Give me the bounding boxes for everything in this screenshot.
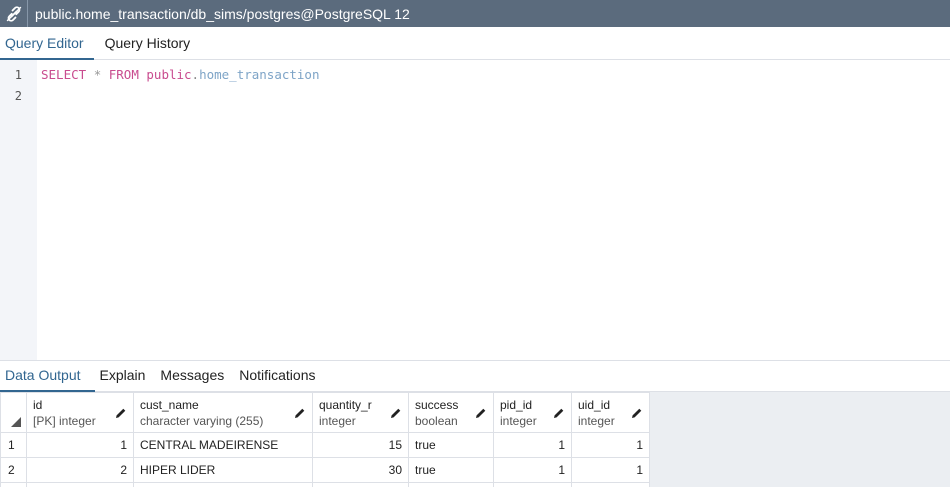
data-grid: id [PK] integer cust_name character vary… [0, 392, 950, 487]
star-operator: * [93, 67, 102, 82]
tab-data-output[interactable]: Data Output [0, 361, 95, 392]
column-header-id[interactable]: id [PK] integer [26, 392, 134, 433]
edit-pencil-icon[interactable] [294, 407, 306, 419]
cell-uid-id[interactable]: 1 [571, 432, 650, 458]
cell-cust-name[interactable]: HIPER LIDER [133, 457, 313, 483]
cell-empty [26, 482, 134, 487]
line-number: 1 [14, 68, 22, 82]
column-type: character varying (255) [140, 414, 264, 428]
cell-uid-id[interactable]: 1 [571, 457, 650, 483]
result-table: id [PK] integer cust_name character vary… [0, 392, 650, 487]
cell-pid-id[interactable]: 1 [493, 457, 572, 483]
cell-empty [133, 482, 313, 487]
cell-success[interactable]: true [408, 457, 494, 483]
window-title: public.home_transaction/db_sims/postgres… [35, 5, 410, 22]
cell-empty [408, 482, 494, 487]
table-row-partial [0, 482, 650, 487]
cell-cust-name[interactable]: CENTRAL MADEIRENSE [133, 432, 313, 458]
keyword-from: FROM [108, 67, 139, 82]
connection-icon [0, 0, 28, 27]
column-header-success[interactable]: success boolean [408, 392, 494, 433]
editor-tabs: Query Editor Query History [0, 27, 950, 60]
tab-messages[interactable]: Messages [155, 361, 234, 392]
column-header-pid-id[interactable]: pid_id integer [493, 392, 572, 433]
select-all-icon [11, 417, 21, 427]
line-number: 2 [14, 89, 22, 103]
cell-quantity-r[interactable]: 15 [312, 432, 409, 458]
row-number[interactable]: 2 [0, 457, 27, 483]
tab-notifications[interactable]: Notifications [234, 361, 325, 392]
tab-query-editor[interactable]: Query Editor [0, 27, 94, 60]
table-row[interactable]: 1 1 CENTRAL MADEIRENSE 15 true 1 1 [0, 432, 650, 458]
cell-id[interactable]: 1 [26, 432, 134, 458]
row-number-empty [0, 482, 27, 487]
cell-pid-id[interactable]: 1 [493, 432, 572, 458]
sql-editor[interactable]: 1 2 SELECT * FROM public.home_transactio… [0, 60, 950, 360]
row-number[interactable]: 1 [0, 432, 27, 458]
cell-empty [493, 482, 572, 487]
edit-pencil-icon[interactable] [631, 407, 643, 419]
header-row: id [PK] integer cust_name character vary… [0, 392, 650, 433]
cell-id[interactable]: 2 [26, 457, 134, 483]
column-name: id [33, 398, 43, 412]
column-header-quantity-r[interactable]: quantity_r integer [312, 392, 409, 433]
cell-success[interactable]: true [408, 432, 494, 458]
keyword-select: SELECT [41, 67, 87, 82]
edit-pencil-icon[interactable] [553, 407, 565, 419]
column-type: [PK] integer [33, 414, 96, 428]
sql-code-line[interactable]: SELECT * FROM public.home_transaction [41, 67, 320, 82]
line-gutter: 1 2 [0, 60, 37, 360]
cell-quantity-r[interactable]: 30 [312, 457, 409, 483]
column-header-uid-id[interactable]: uid_id integer [571, 392, 650, 433]
cell-empty [571, 482, 650, 487]
edit-pencil-icon[interactable] [390, 407, 402, 419]
column-header-cust-name[interactable]: cust_name character varying (255) [133, 392, 313, 433]
table-row[interactable]: 2 2 HIPER LIDER 30 true 1 1 [0, 457, 650, 483]
column-name: cust_name [140, 398, 199, 412]
table-name: home_transaction [199, 67, 320, 82]
edit-pencil-icon[interactable] [475, 407, 487, 419]
tab-query-history[interactable]: Query History [94, 27, 201, 60]
title-bar: public.home_transaction/db_sims/postgres… [0, 0, 950, 27]
dot-separator: . [191, 67, 200, 82]
select-all-corner[interactable] [0, 392, 27, 433]
tab-explain[interactable]: Explain [95, 361, 156, 392]
cell-empty [312, 482, 409, 487]
edit-pencil-icon[interactable] [115, 407, 127, 419]
schema-name: public [146, 67, 192, 82]
output-tabs: Data Output Explain Messages Notificatio… [0, 360, 950, 392]
